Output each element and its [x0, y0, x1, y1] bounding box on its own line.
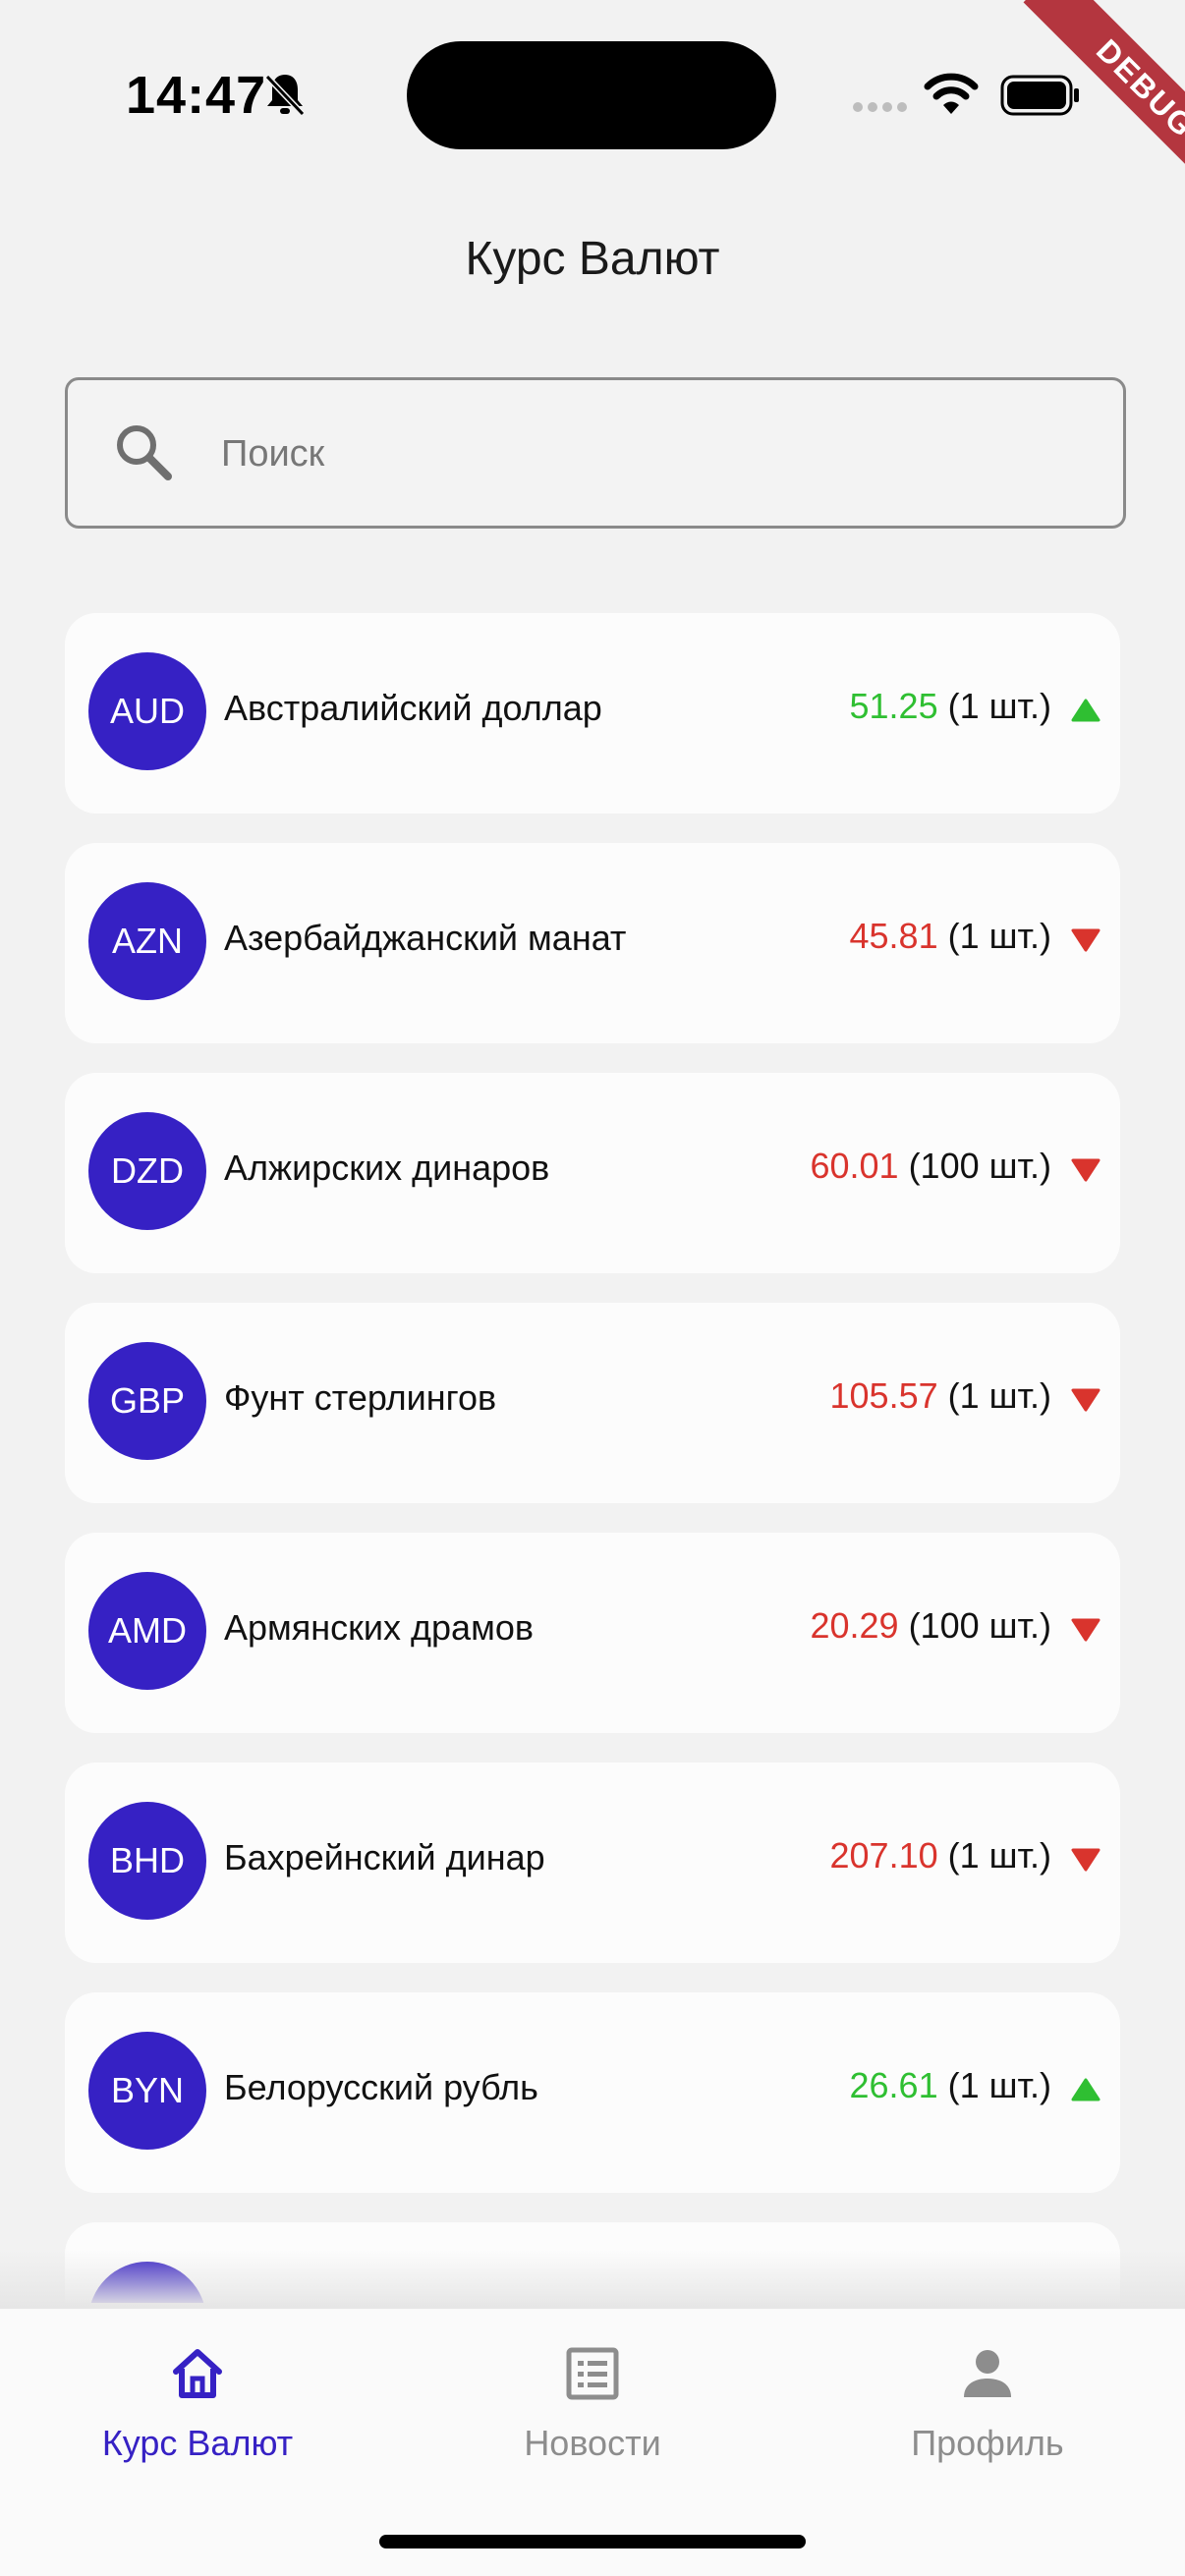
- currency-unit: (100 шт.): [908, 1605, 1051, 1646]
- status-time: 14:47: [126, 66, 267, 125]
- currency-list[interactable]: AUD Австралийский доллар 51.25 (1 шт.) AZ…: [65, 613, 1120, 2303]
- currency-rate-group: 51.25 (1 шт.): [850, 686, 1051, 727]
- currency-rate-group: 20.29 (100 шт.): [810, 1605, 1051, 1647]
- currency-rate-group: 26.61 (1 шт.): [850, 2065, 1051, 2106]
- search-bar[interactable]: [65, 377, 1126, 529]
- trend-down-icon: [1071, 1158, 1100, 1182]
- currency-card-byn[interactable]: BYN Белорусский рубль 26.61 (1 шт.): [65, 1992, 1120, 2193]
- trend-up-icon: [1071, 699, 1100, 722]
- currency-code-avatar: BYN: [88, 2032, 206, 2150]
- currency-unit: (1 шт.): [947, 2065, 1051, 2105]
- search-input[interactable]: [219, 418, 1088, 490]
- currency-name: Армянских драмов: [224, 1607, 534, 1648]
- currency-card-azn[interactable]: AZN Азербайджанский манат 45.81 (1 шт.): [65, 843, 1120, 1043]
- nav-label: Новости: [524, 2423, 661, 2463]
- bell-muted-icon: [264, 74, 306, 117]
- currency-unit: (1 шт.): [947, 916, 1051, 956]
- currency-rate: 45.81: [849, 916, 938, 956]
- currency-name: Австралийский доллар: [224, 688, 602, 728]
- currency-unit: (1 шт.): [947, 1375, 1051, 1416]
- currency-rate-group: 45.81 (1 шт.): [850, 916, 1051, 957]
- currency-code-avatar: AUD: [88, 652, 206, 770]
- currency-card-gbp[interactable]: GBP Фунт стерлингов 105.57 (1 шт.): [65, 1303, 1120, 1503]
- search-icon: [117, 425, 172, 480]
- currency-rate-group: 207.10 (1 шт.): [830, 1835, 1052, 1876]
- currency-name: Алжирских динаров: [224, 1148, 550, 1188]
- currency-rate: 105.57: [829, 1375, 938, 1416]
- currency-name: Бахрейнский динар: [224, 1837, 545, 1877]
- currency-card-amd[interactable]: AMD Армянских драмов 20.29 (100 шт.): [65, 1533, 1120, 1733]
- news-icon: [566, 2347, 619, 2400]
- currency-name: Азербайджанский манат: [224, 918, 627, 958]
- nav-tab-profile[interactable]: Профиль: [840, 2342, 1135, 2464]
- currency-code-avatar: GBP: [88, 1342, 206, 1460]
- currency-card-aud[interactable]: AUD Австралийский доллар 51.25 (1 шт.): [65, 613, 1120, 813]
- nav-label: Курс Валют: [101, 2423, 294, 2463]
- nav-tab-rates[interactable]: Курс Валют: [50, 2342, 345, 2464]
- currency-code-avatar: AMD: [88, 1572, 206, 1690]
- currency-rate-group: 60.01 (100 шт.): [810, 1146, 1051, 1187]
- currency-rate: 60.01: [810, 1146, 899, 1186]
- nav-shadow: [0, 2250, 1185, 2309]
- currency-rate: 20.29: [810, 1605, 899, 1646]
- currency-unit: (100 шт.): [908, 1146, 1051, 1186]
- home-icon: [173, 2349, 222, 2398]
- page-title: Курс Валют: [465, 233, 720, 285]
- status-bar: 14:47: [0, 0, 1185, 196]
- currency-rate: 207.10: [829, 1835, 938, 1876]
- currency-rate: 51.25: [849, 686, 938, 726]
- currency-code-avatar: DZD: [88, 1112, 206, 1230]
- currency-card-dzd[interactable]: DZD Алжирских динаров 60.01 (100 шт.): [65, 1073, 1120, 1273]
- person-icon: [964, 2350, 1011, 2397]
- nav-tab-news[interactable]: Новости: [445, 2342, 740, 2464]
- trend-down-icon: [1071, 1848, 1100, 1872]
- currency-unit: (1 шт.): [947, 1835, 1051, 1876]
- currency-rate: 26.61: [849, 2065, 938, 2105]
- trend-down-icon: [1071, 1388, 1100, 1412]
- battery-icon: [1000, 75, 1079, 116]
- currency-rate-group: 105.57 (1 шт.): [830, 1375, 1052, 1417]
- trend-down-icon: [1071, 1618, 1100, 1642]
- nav-label: Профиль: [911, 2423, 1064, 2463]
- currency-code-avatar: BHD: [88, 1802, 206, 1920]
- wifi-icon: [924, 73, 979, 114]
- currency-name: Белорусский рубль: [224, 2067, 538, 2107]
- trend-up-icon: [1071, 2078, 1100, 2101]
- trend-down-icon: [1071, 928, 1100, 952]
- currency-code-avatar: AZN: [88, 882, 206, 1000]
- home-indicator: [379, 2535, 806, 2548]
- currency-card-bhd[interactable]: BHD Бахрейнский динар 207.10 (1 шт.): [65, 1763, 1120, 1963]
- currency-unit: (1 шт.): [947, 686, 1051, 726]
- signal-dots-icon: [853, 102, 907, 112]
- dynamic-island: [407, 41, 776, 149]
- currency-name: Фунт стерлингов: [224, 1377, 497, 1418]
